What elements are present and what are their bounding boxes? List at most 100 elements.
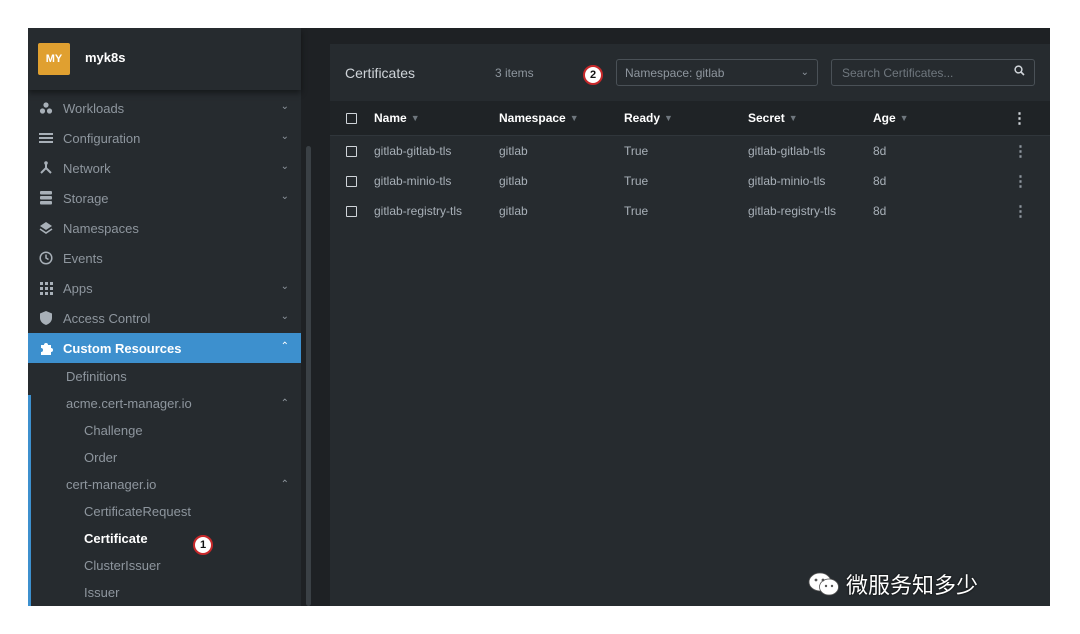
column-header-ready[interactable]: Ready ▼ (624, 101, 673, 135)
kebab-menu-icon: ⋮ (1012, 109, 1027, 127)
cell-ready: True (624, 204, 649, 218)
sidebar-item-certificate[interactable]: Certificate (28, 525, 301, 552)
kebab-menu-icon: ⋮ (1013, 142, 1028, 160)
sidebar-item-certificate-request[interactable]: CertificateRequest (28, 498, 301, 525)
sidebar-scrollbar[interactable] (306, 146, 311, 606)
namespace-select-value: Namespace: gitlab (625, 65, 725, 80)
storage-icon (36, 190, 56, 206)
network-icon (36, 160, 56, 176)
sidebar-item-challenge[interactable]: Challenge (28, 417, 301, 444)
chevron-down-icon: ⌄ (280, 311, 289, 322)
search-input[interactable] (831, 59, 1035, 86)
search-icon[interactable] (1014, 65, 1025, 79)
sidebar-item-configuration[interactable]: Configuration ⌄ (28, 123, 301, 153)
annotation-marker-2: 2 (583, 65, 603, 85)
column-menu-button[interactable]: ⋮ (1012, 101, 1027, 135)
sidebar-item-apps[interactable]: Apps ⌄ (28, 273, 301, 303)
cell-age: 8d (873, 144, 887, 158)
column-header-secret[interactable]: Secret ▼ (748, 101, 798, 135)
sidebar-item-label: Order (84, 450, 118, 465)
chevron-down-icon: ⌄ (280, 131, 289, 142)
sidebar-item-label: Custom Resources (63, 340, 182, 356)
namespace-select[interactable]: Namespace: gitlab ⌄ (616, 59, 818, 86)
workloads-icon (36, 100, 56, 116)
cell-ready: True (624, 144, 649, 158)
sidebar-item-issuer[interactable]: Issuer (28, 579, 301, 606)
column-header-name[interactable]: Name ▼ (374, 101, 420, 135)
sort-icon: ▼ (569, 113, 579, 123)
kebab-menu-icon: ⋮ (1013, 172, 1028, 190)
events-icon (36, 250, 56, 266)
sidebar-item-label: CertificateRequest (84, 504, 191, 519)
table-header: Name ▼ Namespace ▼ Ready ▼ Secret ▼ Age ▼ ⋮ (330, 101, 1050, 136)
toolbar: Certificates 3 items Namespace: gitlab ⌄ (330, 44, 1050, 100)
sidebar-item-definitions[interactable]: Definitions (28, 363, 301, 390)
cell-ready: True (624, 174, 649, 188)
chevron-up-icon: ⌃ (280, 479, 289, 490)
apps-icon (36, 280, 56, 296)
sort-icon: ▼ (788, 113, 798, 123)
sidebar-item-storage[interactable]: Storage ⌄ (28, 183, 301, 213)
sidebar-item-label: Access Control (63, 310, 151, 326)
active-section-indicator (28, 395, 31, 606)
configuration-icon (36, 130, 56, 146)
select-all-checkbox[interactable] (346, 101, 357, 135)
row-checkbox[interactable] (346, 166, 357, 196)
sidebar-item-label: Configuration (63, 130, 141, 146)
table-body: gitlab-gitlab-tls gitlab True gitlab-git… (330, 136, 1050, 226)
chevron-down-icon: ⌄ (280, 161, 289, 172)
cluster-avatar[interactable]: MY (38, 43, 70, 75)
cell-secret: gitlab-minio-tls (748, 174, 826, 188)
sidebar-item-label: ClusterIssuer (84, 558, 161, 573)
cell-age: 8d (873, 174, 887, 188)
sort-icon: ▼ (899, 113, 909, 123)
column-label: Ready (624, 111, 661, 125)
sidebar-item-label: Apps (63, 280, 93, 296)
checkbox-box (346, 145, 357, 157)
sidebar-item-network[interactable]: Network ⌄ (28, 153, 301, 183)
wechat-icon (808, 571, 840, 597)
sidebar-item-events[interactable]: Events (28, 243, 301, 273)
sidebar-item-workloads[interactable]: Workloads ⌄ (28, 93, 301, 123)
app-window: MY myk8s Workloads ⌄ Configuration ⌄ Net… (28, 28, 1050, 606)
sidebar-item-namespaces[interactable]: Namespaces (28, 213, 301, 243)
row-checkbox[interactable] (346, 196, 357, 226)
cell-secret: gitlab-gitlab-tls (748, 144, 826, 158)
cell-namespace: gitlab (499, 174, 528, 188)
sidebar-item-order[interactable]: Order (28, 444, 301, 471)
column-header-age[interactable]: Age ▼ (873, 101, 909, 135)
sidebar-item-label: Events (63, 250, 103, 266)
column-header-namespace[interactable]: Namespace ▼ (499, 101, 579, 135)
sidebar-item-label: cert-manager.io (66, 477, 157, 492)
sort-icon: ▼ (664, 113, 673, 123)
sidebar-item-label: Issuer (84, 585, 120, 600)
annotation-marker-1: 1 (193, 535, 213, 555)
sidebar-item-label: Certificate (84, 531, 148, 546)
cluster-header[interactable]: MY myk8s (28, 28, 301, 90)
row-menu-button[interactable]: ⋮ (1013, 136, 1028, 166)
cell-name: gitlab-minio-tls (374, 174, 452, 188)
item-count: 3 items (495, 66, 534, 80)
sort-icon: ▼ (410, 113, 420, 123)
cell-name: gitlab-gitlab-tls (374, 144, 452, 158)
column-label: Name (374, 111, 407, 125)
sidebar-item-cluster-issuer[interactable]: ClusterIssuer (28, 552, 301, 579)
cell-name: gitlab-registry-tls (374, 204, 463, 218)
table-row[interactable]: gitlab-gitlab-tls gitlab True gitlab-git… (330, 136, 1050, 166)
row-menu-button[interactable]: ⋮ (1013, 196, 1028, 226)
checkbox-box (346, 175, 357, 187)
chevron-up-icon: ⌃ (280, 341, 289, 352)
column-label: Namespace (499, 111, 566, 125)
table-row[interactable]: gitlab-minio-tls gitlab True gitlab-mini… (330, 166, 1050, 196)
row-menu-button[interactable]: ⋮ (1013, 166, 1028, 196)
cell-namespace: gitlab (499, 204, 528, 218)
chevron-down-icon: ⌄ (800, 67, 809, 78)
row-checkbox[interactable] (346, 136, 357, 166)
sidebar-group-acme[interactable]: acme.cert-manager.io ⌃ (28, 390, 301, 417)
sidebar-group-cert-manager[interactable]: cert-manager.io ⌃ (28, 471, 301, 498)
chevron-down-icon: ⌄ (280, 281, 289, 292)
sidebar-item-access-control[interactable]: Access Control ⌄ (28, 303, 301, 333)
chevron-down-icon: ⌄ (280, 101, 289, 112)
sidebar-item-custom-resources[interactable]: Custom Resources ⌃ (28, 333, 301, 363)
table-row[interactable]: gitlab-registry-tls gitlab True gitlab-r… (330, 196, 1050, 226)
